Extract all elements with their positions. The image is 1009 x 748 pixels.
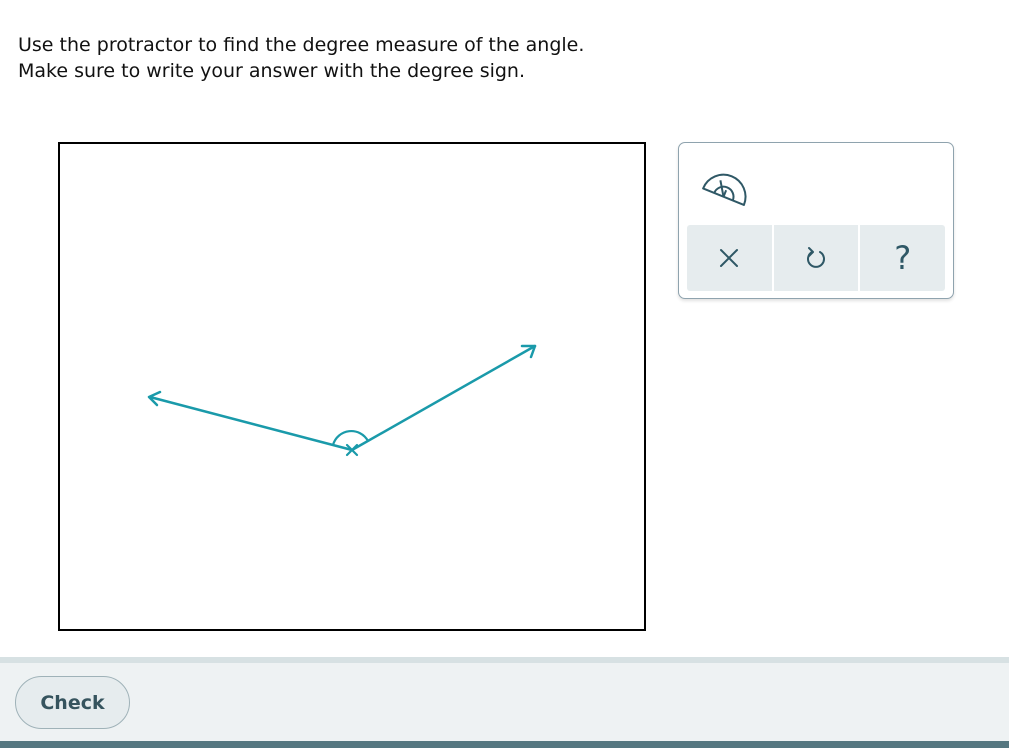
prompt-line-1: Use the protractor to find the degree me… <box>18 34 585 56</box>
undo-icon <box>807 247 825 268</box>
footer-bottom-stripe <box>0 741 1009 748</box>
help-button[interactable]: ? <box>860 225 945 291</box>
angle-drawing <box>147 344 537 457</box>
close-icon <box>720 249 739 267</box>
question-icon: ? <box>894 239 912 277</box>
right-ray <box>350 344 537 452</box>
tool-button-row: ? <box>687 225 945 291</box>
protractor-tool-button[interactable] <box>697 163 753 211</box>
undo-button[interactable] <box>774 225 861 291</box>
prompt-line-2: Make sure to write your answer with the … <box>18 60 526 82</box>
question-prompt: Use the protractor to find the degree me… <box>18 32 584 84</box>
left-ray <box>148 395 354 452</box>
clear-button[interactable] <box>687 225 774 291</box>
footer-bar: Check <box>0 657 1009 748</box>
protractor-icon <box>702 173 747 206</box>
check-button[interactable]: Check <box>15 676 130 729</box>
angle-canvas[interactable] <box>58 142 646 631</box>
tool-panel: ? <box>678 142 954 299</box>
